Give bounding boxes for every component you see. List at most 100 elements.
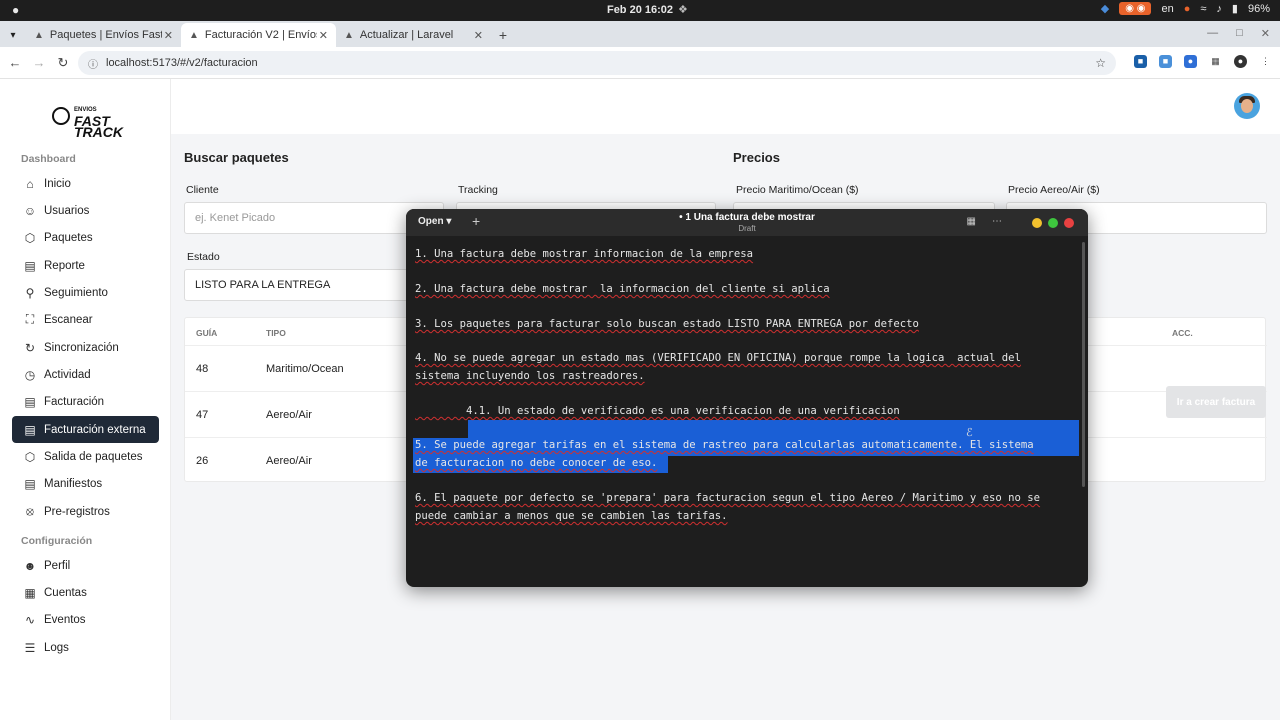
address-bar[interactable]: ⓘ localhost:5173/#/v2/facturacion ☆ <box>78 51 1116 75</box>
recording-indicator-icon[interactable]: ◉ ◉ <box>1119 2 1152 15</box>
bookmark-star-icon[interactable]: ☆ <box>1095 56 1106 70</box>
fast-track-logo[interactable]: ENVIOS FAST TRACK <box>52 105 123 139</box>
editor-scrollbar[interactable] <box>1082 242 1085 487</box>
sidebar-item-perfil[interactable]: ☻ Perfil <box>12 552 159 579</box>
sidebar-item-seguimiento[interactable]: ⚲ Seguimiento <box>12 279 159 306</box>
editor-headerbar: Open ▾ + • 1 Una factura debe mostrar Dr… <box>406 209 1088 236</box>
user-avatar[interactable] <box>1234 93 1260 119</box>
save-icon[interactable]: ▦ <box>967 216 976 227</box>
header-tipo: TIPO <box>266 328 286 338</box>
main-header <box>171 79 1280 134</box>
sidebar-item-paquetes[interactable]: ⬡ Paquetes <box>12 224 159 251</box>
menu-dots-icon[interactable]: ⋯ <box>992 216 1002 227</box>
editor-line[interactable]: 4.1. Un estado de verificado es una veri… <box>415 405 900 417</box>
browser-tab-facturacion[interactable]: ▲ Facturación V2 | Envíos F ✕ <box>181 23 336 47</box>
close-icon[interactable]: ✕ <box>474 29 483 42</box>
search-title: Buscar paquetes <box>184 150 289 165</box>
sidebar-item-logs[interactable]: ☰ Logs <box>12 634 159 661</box>
sidebar-item-facturacion[interactable]: ▤ Facturación <box>12 388 159 415</box>
system-top-bar: ● Feb 20 16:02 ❖ ◆ ◉ ◉ en ● ≈ ♪ ▮ 96% <box>0 0 1280 21</box>
section-configuracion: Configuración <box>21 535 93 547</box>
estado-label: Estado <box>187 251 220 263</box>
sync-icon: ↻ <box>24 340 36 355</box>
editor-line[interactable]: 4. No se puede agregar un estado mas (VE… <box>415 352 1021 364</box>
volume-icon[interactable]: ♪ <box>1216 3 1222 15</box>
wifi-icon[interactable]: ≈ <box>1200 3 1206 15</box>
text-cursor-icon: ℰ <box>966 426 973 439</box>
search-icon: ⚲ <box>25 285 35 300</box>
precio-maritimo-label: Precio Maritimo/Ocean ($) <box>736 184 859 196</box>
editor-line[interactable]: 1. Una factura debe mostrar informacion … <box>415 248 753 260</box>
tab-search-button[interactable]: ▾ <box>0 23 26 47</box>
header-acc: ACC. <box>1172 328 1193 338</box>
minimize-icon[interactable]: — <box>1207 27 1218 40</box>
activity-icon: ∿ <box>24 612 36 627</box>
tracking-label: Tracking <box>458 184 498 196</box>
url-text: localhost:5173/#/v2/facturacion <box>106 57 258 69</box>
sidebar-item-eventos[interactable]: ∿ Eventos <box>12 606 159 633</box>
close-icon[interactable]: ✕ <box>319 29 328 42</box>
maximize-icon[interactable]: □ <box>1236 27 1243 40</box>
editor-line[interactable]: puede cambiar a menos que se cambien las… <box>415 510 728 522</box>
home-icon: ⌂ <box>26 176 34 191</box>
header-guia: GUÍA <box>196 328 218 338</box>
close-window-button[interactable] <box>1064 218 1074 228</box>
box-out-icon: ⬡ <box>24 449 36 464</box>
sidebar: ENVIOS FAST TRACK Dashboard ⌂ Inicio ☺ Usu… <box>0 79 171 720</box>
browser-toolbar: ← → ↻ ⓘ localhost:5173/#/v2/facturacion … <box>0 47 1280 79</box>
text-editor-window: Open ▾ + • 1 Una factura debe mostrar Dr… <box>406 209 1088 587</box>
dropbox-icon[interactable]: ◆ <box>1101 2 1109 15</box>
minimize-window-button[interactable] <box>1032 218 1042 228</box>
forward-icon[interactable]: → <box>27 55 51 70</box>
editor-line[interactable]: 3. Los paquetes para facturar solo busca… <box>415 318 919 330</box>
profile-avatar-icon[interactable]: ● <box>1234 55 1247 68</box>
extension-icon[interactable]: ■ <box>1159 55 1172 68</box>
maximize-window-button[interactable] <box>1048 218 1058 228</box>
editor-line[interactable]: 2. Una factura debe mostrar la informaci… <box>415 283 830 295</box>
browser-tab-bar: ▾ ▲ Paquetes | Envíos Fast Tr ✕ ▲ Factur… <box>0 21 1280 47</box>
editor-line[interactable]: de facturacion no debe conocer de eso. <box>415 457 657 469</box>
microphone-icon[interactable]: ● <box>1184 3 1191 15</box>
language-indicator[interactable]: en <box>1161 3 1173 15</box>
editor-line[interactable]: 6. El paquete por defecto se 'prepara' p… <box>415 492 1040 504</box>
system-clock[interactable]: Feb 20 16:02 <box>0 4 1280 16</box>
menu-dots-icon[interactable]: ⋮ <box>1259 55 1272 68</box>
sidebar-item-escanear[interactable]: ⛶ Escanear <box>12 306 159 333</box>
notifications-off-icon[interactable]: ❖ <box>678 3 688 16</box>
extension-icon[interactable]: ● <box>1184 55 1197 68</box>
battery-icon[interactable]: ▮ <box>1232 2 1238 15</box>
new-tab-button[interactable]: + <box>491 23 515 47</box>
cliente-input[interactable]: ej. Kenet Picado <box>184 202 444 234</box>
estado-select[interactable]: LISTO PARA LA ENTREGA <box>184 269 444 301</box>
extensions-puzzle-icon[interactable]: ▦ <box>1209 55 1222 68</box>
site-info-icon[interactable]: ⓘ <box>88 56 98 71</box>
document-icon: ▤ <box>24 476 36 491</box>
sidebar-item-usuarios[interactable]: ☺ Usuarios <box>12 197 159 224</box>
back-icon[interactable]: ← <box>3 55 27 70</box>
crear-factura-button[interactable]: Ir a crear factura <box>1166 386 1266 418</box>
sidebar-item-pre-registros[interactable]: ⦻ Pre-registros <box>12 498 159 525</box>
browser-tab-laravel[interactable]: ▲ Actualizar | Laravel ✕ <box>336 23 491 47</box>
extension-icon[interactable]: ■ <box>1134 55 1147 68</box>
scan-icon: ⛶ <box>25 312 35 326</box>
row-guia: 26 <box>196 455 209 467</box>
sidebar-item-salida-paquetes[interactable]: ⬡ Salida de paquetes <box>12 443 159 470</box>
editor-text-area[interactable]: 1. Una factura debe mostrar informacion … <box>406 236 1088 587</box>
sidebar-item-inicio[interactable]: ⌂ Inicio <box>12 170 159 197</box>
invoice-icon: ▤ <box>24 394 36 409</box>
editor-line[interactable]: sistema incluyendo los rastreadores. <box>415 370 645 382</box>
sidebar-item-sincronizacion[interactable]: ↻ Sincronización <box>12 334 159 361</box>
editor-line[interactable]: 5. Se puede agregar tarifas en el sistem… <box>415 439 1034 451</box>
sidebar-item-manifiestos[interactable]: ▤ Manifiestos <box>12 470 159 497</box>
sidebar-item-cuentas[interactable]: ▦ Cuentas <box>12 579 159 606</box>
close-icon[interactable]: ✕ <box>164 29 173 42</box>
sidebar-item-actividad[interactable]: ◷ Actividad <box>12 361 159 388</box>
reload-icon[interactable]: ↻ <box>51 55 75 71</box>
sidebar-item-reporte[interactable]: ▤ Reporte <box>12 252 159 279</box>
close-window-icon[interactable]: ✕ <box>1261 27 1270 40</box>
sidebar-item-facturacion-externa[interactable]: ▤ Facturación externa <box>12 416 159 443</box>
browser-tab-paquetes[interactable]: ▲ Paquetes | Envíos Fast Tr ✕ <box>26 23 181 47</box>
box-icon: ⬡ <box>24 230 36 245</box>
battery-percent: 96% <box>1247 2 1270 15</box>
window-controls: — □ ✕ <box>1207 27 1270 40</box>
